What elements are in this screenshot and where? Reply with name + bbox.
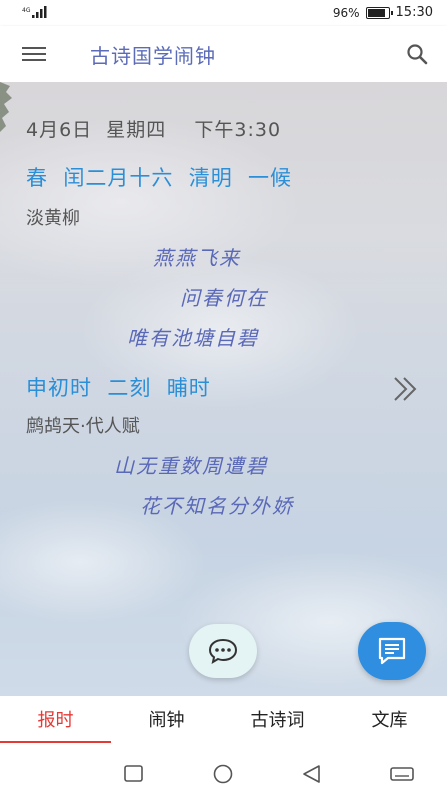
active-tab-indicator xyxy=(0,741,111,743)
hour-line: 申初时 二刻 晡时 xyxy=(26,376,211,400)
poem2-line-2: 花不知名分外娇 xyxy=(140,494,294,518)
back-triangle-icon[interactable] xyxy=(299,764,325,784)
poem1-line-1: 燕燕飞来 xyxy=(153,246,241,270)
battery-icon xyxy=(365,6,393,19)
date-line: 4月6日 星期四 下午3:30 xyxy=(26,119,282,141)
tab-poems[interactable]: 古诗词 xyxy=(222,696,333,752)
status-right: 96% 15:30 xyxy=(333,5,433,20)
status-time: 15:30 xyxy=(395,5,433,20)
app-bar: 古诗国学闹钟 xyxy=(0,26,447,82)
notification-drawer-icon[interactable] xyxy=(389,764,415,784)
report-content: 4月6日 星期四 下午3:30 春 闰二月十六 清明 一候 淡黄柳 燕燕飞来 问… xyxy=(0,82,447,696)
tab-report-time[interactable]: 报时 xyxy=(0,696,111,752)
status-bar: 4G 96% 15:30 xyxy=(0,0,447,26)
app-title: 古诗国学闹钟 xyxy=(90,44,216,68)
poem1-title: 淡黄柳 xyxy=(26,208,80,229)
tab-alarm[interactable]: 闹钟 xyxy=(111,696,222,752)
poem1-line-2: 问春何在 xyxy=(180,286,268,310)
tree-branch-decoration xyxy=(0,82,12,132)
poem1-line-3: 唯有池塘自碧 xyxy=(127,326,259,350)
system-nav-bar xyxy=(0,752,447,797)
network-type: 4G xyxy=(22,7,31,14)
message-button[interactable] xyxy=(358,622,426,680)
signal-icon: 4G xyxy=(22,6,47,18)
double-chevron-right-icon[interactable] xyxy=(391,374,421,404)
poem2-title: 鹧鸪天·代人赋 xyxy=(26,416,140,437)
tab-library[interactable]: 文库 xyxy=(334,696,445,752)
chat-bubble-icon xyxy=(208,638,238,665)
square-icon[interactable] xyxy=(121,764,147,784)
season-line: 春 闰二月十六 清明 一候 xyxy=(26,166,293,190)
chat-button[interactable] xyxy=(189,624,257,678)
search-icon[interactable] xyxy=(405,42,429,66)
menu-icon[interactable] xyxy=(22,45,48,63)
battery-percent: 96% xyxy=(332,5,360,20)
poem2-line-1: 山无重数周遭碧 xyxy=(114,454,268,478)
bottom-tab-bar: 报时 闹钟 古诗词 文库 xyxy=(0,696,447,753)
message-list-icon xyxy=(378,637,406,665)
home-circle-icon[interactable] xyxy=(210,764,236,784)
